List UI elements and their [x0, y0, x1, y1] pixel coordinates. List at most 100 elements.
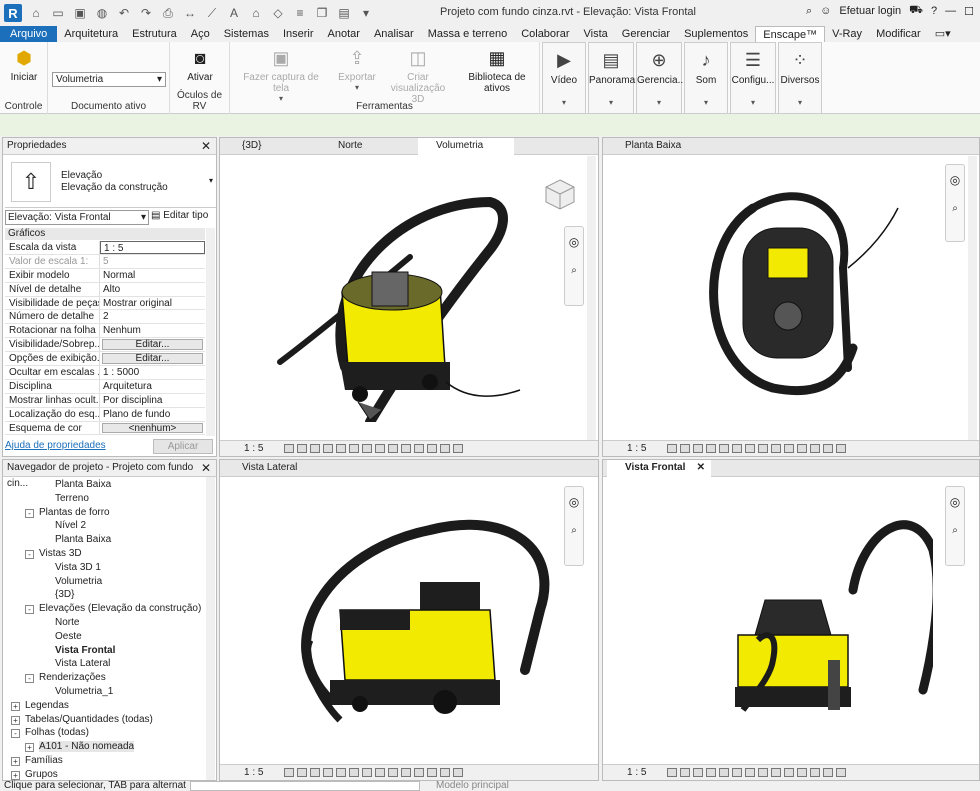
tree-item[interactable]: Oeste: [55, 631, 82, 642]
tree-item[interactable]: Volumetria: [55, 576, 102, 587]
tree-toggle[interactable]: -: [25, 674, 34, 684]
property-row[interactable]: Escala da vista 1 : 5: [5, 241, 205, 255]
property-row[interactable]: Número de detalhe 2: [5, 310, 205, 325]
tree-item[interactable]: {3D}: [55, 589, 74, 600]
property-edit-button[interactable]: <nenhum>: [102, 422, 203, 434]
capture-button[interactable]: ▣ Fazer captura de tela ▾: [238, 46, 324, 104]
tree-item[interactable]: Famílias: [25, 755, 63, 766]
iniciar-button[interactable]: ⬢ Iniciar: [6, 46, 42, 84]
open-icon[interactable]: ▭: [50, 5, 66, 21]
view-scale[interactable]: 1 : 5: [627, 441, 646, 456]
tree-item[interactable]: Renderizações: [39, 672, 106, 683]
navigation-bar[interactable]: ◎ ⌕: [564, 226, 584, 306]
document-select[interactable]: Volumetria ▾: [52, 72, 166, 87]
user-icon[interactable]: ☺: [820, 5, 831, 17]
text-icon[interactable]: A: [226, 5, 242, 21]
tab-analisar[interactable]: Analisar: [367, 26, 421, 42]
view-scale[interactable]: 1 : 5: [627, 765, 646, 780]
tree-item[interactable]: Vista Lateral: [55, 658, 110, 669]
tree-toggle[interactable]: -: [25, 605, 34, 615]
tree-toggle[interactable]: -: [11, 729, 20, 739]
tree-toggle[interactable]: +: [25, 743, 34, 753]
tab-modificar[interactable]: Modificar: [869, 26, 928, 42]
navigation-bar[interactable]: ◎ ⌕: [945, 164, 965, 242]
tab-arquivo[interactable]: Arquivo: [0, 26, 58, 42]
tab-norte[interactable]: Norte: [320, 138, 362, 155]
customize-qa-icon[interactable]: ▾: [358, 5, 374, 21]
zoom-icon[interactable]: ⌕: [946, 203, 964, 214]
sync-icon[interactable]: ◍: [94, 5, 110, 21]
thin-lines-icon[interactable]: ≡: [292, 5, 308, 21]
tree-item[interactable]: Terreno: [55, 493, 89, 504]
som-button[interactable]: ♪ Som ▾: [684, 42, 728, 114]
instance-select[interactable]: Elevação: Vista Frontal ▾: [5, 210, 149, 225]
home-icon[interactable]: ⌂: [28, 5, 44, 21]
tree-item[interactable]: Vista 3D 1: [55, 562, 101, 573]
navigation-bar[interactable]: ◎ ⌕: [945, 486, 965, 566]
property-row[interactable]: Ocultar em escalas ... 1 : 5000: [5, 366, 205, 380]
ribbon-options-icon[interactable]: ▭▾: [928, 26, 958, 42]
tree-item[interactable]: Folhas (todas): [25, 727, 89, 738]
configuracoes-button[interactable]: ☰ Configu... ▾: [730, 42, 776, 114]
property-row[interactable]: Disciplina Arquitetura: [5, 379, 205, 394]
active-model[interactable]: Modelo principal: [436, 781, 509, 791]
app-logo[interactable]: R: [4, 4, 22, 22]
tree-item[interactable]: Nível 2: [55, 520, 86, 531]
tree-item[interactable]: Elevações (Elevação da construção): [39, 603, 201, 614]
tree-item[interactable]: Tabelas/Quantidades (todas): [25, 714, 153, 725]
tree-item[interactable]: Vista Frontal: [55, 645, 115, 656]
measure-icon[interactable]: ↔: [182, 5, 198, 21]
tree-toggle[interactable]: -: [25, 550, 34, 559]
property-row[interactable]: Nível de detalhe Alto: [5, 282, 205, 297]
zoom-icon[interactable]: ⌕: [565, 265, 583, 276]
property-row[interactable]: Rotacionar na folha Nenhum: [5, 324, 205, 339]
properties-scrollbar[interactable]: [206, 228, 215, 436]
tab-planta-baixa[interactable]: Planta Baixa: [607, 138, 681, 155]
property-row[interactable]: Mostrar linhas ocult... Por disciplina: [5, 393, 205, 408]
tree-item[interactable]: Volumetria_1: [55, 686, 113, 697]
view-control-icons[interactable]: [667, 768, 846, 777]
create-3d-button[interactable]: ◫ Criar visualização 3D: [382, 46, 454, 106]
property-row[interactable]: Valor de escala 1: 5: [5, 254, 205, 269]
help-properties-link[interactable]: Ajuda de propriedades: [5, 440, 106, 451]
login-link[interactable]: Efetuar login: [839, 5, 901, 17]
tab-volumetria[interactable]: Volumetria: [418, 138, 514, 155]
close-icon[interactable]: ✕: [201, 460, 211, 476]
undo-icon[interactable]: ↶: [116, 5, 132, 21]
tree-item[interactable]: Grupos: [25, 769, 58, 780]
steering-wheel-icon[interactable]: ◎: [946, 173, 964, 187]
close-hidden-icon[interactable]: ❐: [314, 5, 330, 21]
section-icon[interactable]: ◇: [270, 5, 286, 21]
maximize-icon[interactable]: ☐: [964, 5, 974, 18]
property-row[interactable]: Visibilidade de peças Mostrar original: [5, 296, 205, 311]
tab-vray[interactable]: V-Ray: [825, 26, 869, 42]
tree-toggle[interactable]: +: [11, 770, 20, 780]
property-row[interactable]: Esquema de cor <nenhum>: [5, 421, 205, 436]
dimension-icon[interactable]: ⟋: [204, 5, 220, 21]
tab-suplementos[interactable]: Suplementos: [677, 26, 755, 42]
cart-icon[interactable]: ⛟: [909, 4, 923, 18]
tab-3d[interactable]: {3D}: [224, 138, 261, 155]
print-icon[interactable]: ⎙: [160, 5, 176, 21]
tree-item[interactable]: Norte: [55, 617, 79, 628]
tab-anotar[interactable]: Anotar: [321, 26, 367, 42]
zoom-icon[interactable]: ⌕: [565, 525, 583, 536]
tab-colaborar[interactable]: Colaborar: [514, 26, 576, 42]
view-scrollbar[interactable]: [968, 156, 977, 440]
property-row[interactable]: Opções de exibição... Editar...: [5, 352, 205, 367]
tab-estrutura[interactable]: Estrutura: [125, 26, 184, 42]
view-control-icons[interactable]: [667, 444, 846, 453]
search-icon[interactable]: ⌕: [806, 5, 812, 18]
tab-gerenciar[interactable]: Gerenciar: [615, 26, 677, 42]
tab-enscape[interactable]: Enscape™: [755, 26, 826, 42]
redo-icon[interactable]: ↷: [138, 5, 154, 21]
zoom-icon[interactable]: ⌕: [946, 525, 964, 536]
view-control-icons[interactable]: [284, 444, 463, 453]
tab-vista[interactable]: Vista: [577, 26, 615, 42]
gerenciar-button[interactable]: ⊕ Gerencia... ▾: [636, 42, 686, 114]
tree-item[interactable]: Planta Baixa: [55, 479, 111, 490]
close-icon[interactable]: ✕: [201, 138, 211, 154]
video-button[interactable]: ▶ Vídeo ▾: [542, 42, 586, 114]
viewport-vista-lateral[interactable]: Vista Lateral ◎ ⌕ 1 : 5: [219, 459, 599, 781]
tree-toggle[interactable]: -: [25, 508, 34, 518]
